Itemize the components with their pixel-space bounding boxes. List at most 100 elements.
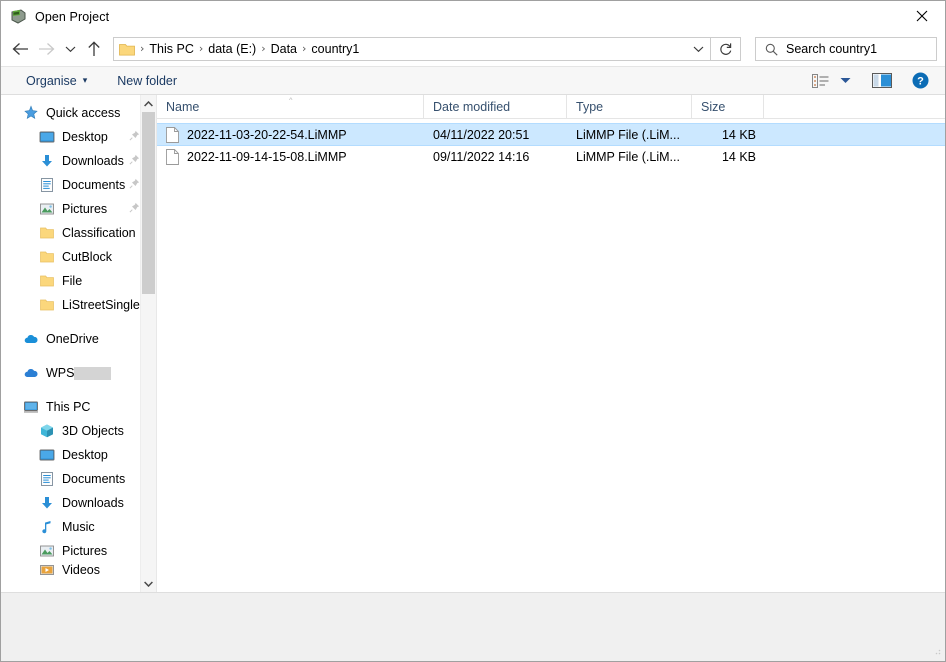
folder-icon (39, 225, 55, 241)
file-type-cell: LiMMP File (.LiM... (567, 124, 692, 145)
sidebar-item-label: OneDrive (46, 332, 99, 346)
file-type-cell: LiMMP File (.LiM... (567, 146, 692, 167)
sidebar-item-documents[interactable]: Documents (1, 173, 156, 197)
desktop-icon (39, 129, 55, 145)
preview-pane-button[interactable] (867, 70, 897, 92)
sidebar-item-videos[interactable]: Videos (1, 563, 156, 576)
column-header-size[interactable]: Size (692, 95, 764, 118)
navigation-bar: › This PC › data (E:) › Data › country1 (1, 32, 945, 66)
back-button[interactable] (7, 36, 33, 62)
sidebar-item-label: Documents (62, 472, 125, 486)
quick-access-star-icon (23, 105, 39, 121)
folder-icon (39, 249, 55, 265)
file-size-cell: 14 KB (692, 146, 764, 167)
sidebar-item-documents-pc[interactable]: Documents (1, 467, 156, 491)
preview-pane-icon (872, 73, 892, 88)
arrow-right-icon (38, 42, 55, 56)
breadcrumb-data[interactable]: Data (267, 38, 301, 60)
sidebar-item-this-pc[interactable]: This PC (1, 395, 156, 419)
forward-button[interactable] (33, 36, 59, 62)
title-bar: Open Project (1, 1, 945, 32)
sidebar-item-label: Quick access (46, 106, 120, 120)
resize-grip[interactable] (931, 644, 941, 658)
address-bar[interactable]: › This PC › data (E:) › Data › country1 (113, 37, 711, 61)
breadcrumb-country1[interactable]: country1 (307, 38, 363, 60)
refresh-button[interactable] (711, 37, 741, 61)
file-list[interactable]: 2022-11-03-20-22-54.LiMMP 04/11/2022 20:… (157, 119, 945, 592)
pictures-icon (39, 543, 55, 559)
help-button[interactable]: ? (905, 70, 935, 92)
new-folder-button[interactable]: New folder (109, 70, 185, 92)
recent-locations-button[interactable] (59, 36, 81, 62)
scroll-down-button[interactable] (141, 575, 156, 592)
sidebar-item-pictures[interactable]: Pictures (1, 197, 156, 221)
view-dropdown-button[interactable] (835, 70, 855, 92)
sidebar-item-listreetsingleca[interactable]: LiStreetSingleCa (1, 293, 156, 317)
dialog-footer: File name: 2022-11-03-20-22-54.LiMMP Pro… (1, 593, 945, 661)
svg-text:?: ? (917, 76, 924, 88)
redacted-text-block (74, 367, 111, 380)
sidebar-item-downloads-pc[interactable]: Downloads (1, 491, 156, 515)
sidebar-item-pictures-pc[interactable]: Pictures (1, 539, 156, 563)
sidebar-item-cutblock[interactable]: CutBlock (1, 245, 156, 269)
sidebar-item-label: Desktop (62, 448, 108, 462)
sidebar-item-label: Pictures (62, 544, 107, 558)
organise-button[interactable]: Organise ▾ (18, 70, 95, 92)
sidebar-item-label: Videos (62, 563, 100, 576)
scrollbar-thumb[interactable] (142, 112, 155, 294)
downloads-icon (39, 495, 55, 511)
navigation-pane: Quick access Desktop (1, 95, 156, 592)
spacer (1, 351, 156, 361)
folder-icon (39, 297, 55, 313)
sidebar-item-desktop-pc[interactable]: Desktop (1, 443, 156, 467)
search-icon (765, 43, 778, 56)
pin-icon (129, 202, 140, 216)
sidebar-item-file[interactable]: File (1, 269, 156, 293)
column-header-name[interactable]: Name ˄ (157, 95, 424, 118)
sidebar-item-3d-objects[interactable]: 3D Objects (1, 419, 156, 443)
file-icon (166, 127, 179, 143)
table-row[interactable]: 2022-11-03-20-22-54.LiMMP 04/11/2022 20:… (157, 123, 945, 146)
view-options-button[interactable] (805, 70, 835, 92)
chevron-up-icon (144, 101, 153, 107)
sidebar-item-label: Pictures (62, 202, 107, 216)
column-header-label: Date modified (433, 100, 510, 114)
address-dropdown-button[interactable] (686, 38, 710, 60)
column-header-label: Size (701, 100, 725, 114)
documents-icon (39, 471, 55, 487)
column-header-type[interactable]: Type (567, 95, 692, 118)
chevron-down-icon (144, 581, 153, 587)
search-placeholder: Search country1 (786, 42, 877, 56)
navigation-pane-scrollbar[interactable] (140, 95, 156, 592)
sidebar-item-classification[interactable]: Classification (1, 221, 156, 245)
3d-objects-icon (39, 423, 55, 439)
scroll-up-button[interactable] (141, 95, 156, 112)
chevron-down-icon: ▾ (83, 76, 88, 86)
column-header-date-modified[interactable]: Date modified (424, 95, 567, 118)
file-name-cell: 2022-11-03-20-22-54.LiMMP (157, 124, 424, 145)
pin-icon (129, 178, 140, 192)
column-header-row: Name ˄ Date modified Type Size (157, 95, 945, 119)
sidebar-item-label: Downloads (62, 496, 124, 510)
breadcrumb-this-pc[interactable]: This PC (145, 38, 197, 60)
view-list-icon (812, 74, 829, 88)
pin-icon (129, 154, 140, 168)
up-button[interactable] (81, 36, 107, 62)
open-project-dialog: Open Project (0, 0, 946, 662)
sidebar-item-onedrive[interactable]: OneDrive (1, 327, 156, 351)
search-input[interactable]: Search country1 (755, 37, 937, 61)
sidebar-item-desktop[interactable]: Desktop (1, 125, 156, 149)
spacer (1, 317, 156, 327)
sidebar-item-downloads[interactable]: Downloads (1, 149, 156, 173)
table-row[interactable]: 2022-11-09-14-15-08.LiMMP 09/11/2022 14:… (157, 146, 945, 167)
sidebar-item-music[interactable]: Music (1, 515, 156, 539)
sidebar-item-quick-access[interactable]: Quick access (1, 101, 156, 125)
navigation-tree: Quick access Desktop (1, 95, 156, 576)
breadcrumb-data-e[interactable]: data (E:) (204, 38, 260, 60)
sidebar-item-label: WPS (46, 366, 74, 380)
sidebar-item-label: Classification (62, 226, 136, 240)
close-button[interactable] (899, 1, 945, 31)
videos-icon (39, 563, 55, 576)
sidebar-item-wps[interactable]: WPS (1, 361, 156, 385)
sidebar-item-label: Music (62, 520, 95, 534)
